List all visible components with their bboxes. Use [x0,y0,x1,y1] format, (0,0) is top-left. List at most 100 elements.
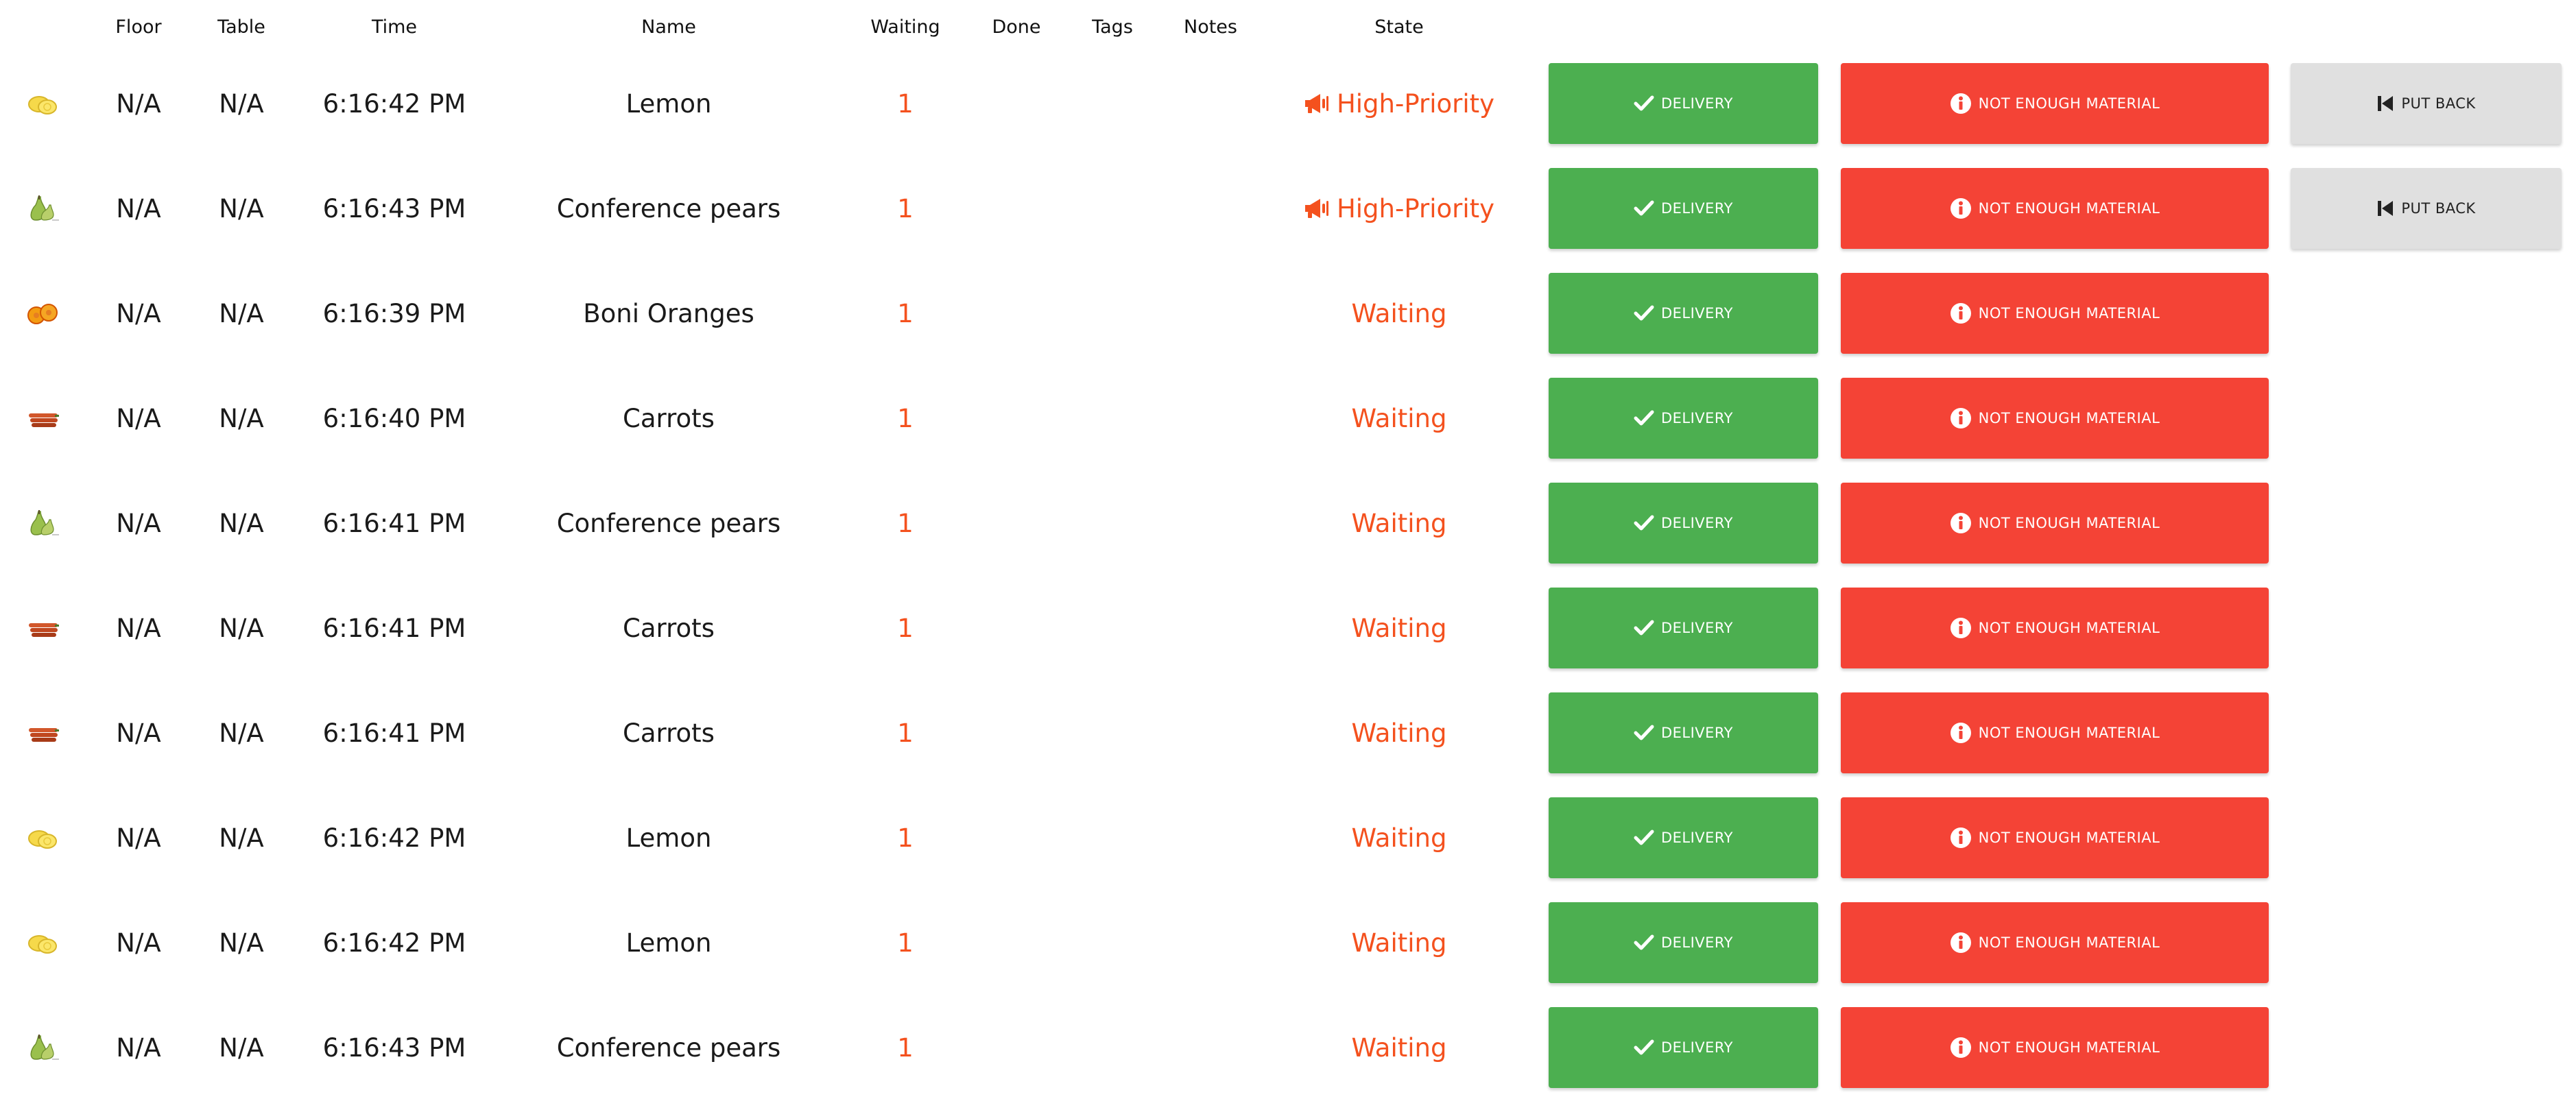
header-time: Time [371,16,418,38]
table-row: N/A N/A 6:16:43 PM Conference pears 1 High-Pr… [0,168,2576,273]
delivery-button[interactable]: DELIVERY [1549,483,1818,564]
table-cell: N/A [219,298,264,328]
waiting-count: 1 [897,508,914,538]
time-cell: 6:16:43 PM [322,193,466,223]
not-enough-material-button[interactable]: NOT ENOUGH MATERIAL [1841,483,2269,564]
delivery-label: DELIVERY [1660,515,1734,531]
state-cell: Waiting [1296,902,1502,983]
table-row: N/A N/A 6:16:42 PM Lemon 1 High-Priority DELIV… [0,63,2576,168]
state-cell: Waiting [1296,588,1502,668]
table-row: N/A N/A 6:16:39 PM Boni Oranges 1 Waiting DELI… [0,273,2576,378]
table-cell: N/A [219,613,264,643]
state-label: Waiting [1351,718,1447,748]
pear-icon [26,510,60,537]
table-cell: N/A [219,718,264,748]
floor-cell: N/A [116,613,161,643]
table-row: N/A N/A 6:16:40 PM Carrots 1 Waiting DELIVERY N… [0,378,2576,483]
header-done: Done [992,16,1041,38]
name-cell: Conference pears [556,508,781,538]
table-row: N/A N/A 6:16:41 PM Conference pears 1 Waiting… [0,483,2576,588]
megaphone-icon [1304,197,1337,220]
table-cell: N/A [219,508,264,538]
table-cell: N/A [219,193,264,223]
delivery-button[interactable]: DELIVERY [1549,273,1818,354]
delivery-label: DELIVERY [1660,620,1734,636]
table-cell: N/A [219,1032,264,1063]
not-enough-material-button[interactable]: NOT ENOUGH MATERIAL [1841,63,2269,144]
delivery-button[interactable]: DELIVERY [1549,692,1818,773]
name-cell: Carrots [623,403,715,433]
waiting-count: 1 [897,718,914,748]
name-cell: Lemon [625,88,712,119]
waiting-count: 1 [897,823,914,853]
check-icon [1634,1039,1661,1056]
header-notes: Notes [1184,16,1237,38]
not-enough-material-label: NOT ENOUGH MATERIAL [1978,515,2160,531]
state-cell: High-Priority [1296,168,1502,249]
delivery-label: DELIVERY [1660,725,1734,741]
not-enough-material-button[interactable]: NOT ENOUGH MATERIAL [1841,1007,2269,1088]
check-icon [1634,95,1661,112]
not-enough-material-button[interactable]: NOT ENOUGH MATERIAL [1841,378,2269,459]
put-back-button[interactable]: PUT BACK [2291,168,2562,249]
not-enough-material-label: NOT ENOUGH MATERIAL [1978,725,2160,741]
delivery-label: DELIVERY [1660,1039,1734,1056]
time-cell: 6:16:42 PM [322,928,466,958]
not-enough-material-button[interactable]: NOT ENOUGH MATERIAL [1841,588,2269,668]
state-cell: Waiting [1296,378,1502,459]
check-icon [1634,829,1661,847]
floor-cell: N/A [116,823,161,853]
state-cell: Waiting [1296,483,1502,564]
name-cell: Carrots [623,718,715,748]
waiting-count: 1 [897,298,914,328]
delivery-label: DELIVERY [1660,830,1734,846]
carrot-icon [26,615,60,642]
floor-cell: N/A [116,1032,161,1063]
not-enough-material-button[interactable]: NOT ENOUGH MATERIAL [1841,692,2269,773]
time-cell: 6:16:39 PM [322,298,466,328]
check-icon [1634,409,1661,427]
header-table: Table [217,16,265,38]
put-back-label: PUT BACK [2401,95,2476,112]
delivery-button[interactable]: DELIVERY [1549,902,1818,983]
floor-cell: N/A [116,193,161,223]
not-enough-material-button[interactable]: NOT ENOUGH MATERIAL [1841,168,2269,249]
check-icon [1634,514,1661,532]
not-enough-material-button[interactable]: NOT ENOUGH MATERIAL [1841,902,2269,983]
state-cell: Waiting [1296,273,1502,354]
check-icon [1634,934,1661,952]
table-header: Floor Table Time Name Waiting Done Tags … [0,0,2576,55]
delivery-button[interactable]: DELIVERY [1549,797,1818,878]
delivery-button[interactable]: DELIVERY [1549,588,1818,668]
info-icon [1950,512,1979,534]
state-cell: Waiting [1296,692,1502,773]
delivery-button[interactable]: DELIVERY [1549,63,1818,144]
time-cell: 6:16:42 PM [322,823,466,853]
delivery-button[interactable]: DELIVERY [1549,1007,1818,1088]
header-state: State [1374,16,1424,38]
not-enough-material-label: NOT ENOUGH MATERIAL [1978,1039,2160,1056]
step-back-icon [2376,199,2401,218]
waiting-count: 1 [897,88,914,119]
floor-cell: N/A [116,718,161,748]
info-icon [1950,827,1979,849]
table-row: N/A N/A 6:16:42 PM Lemon 1 Waiting DELIVERY NOT… [0,797,2576,902]
info-icon [1950,302,1979,324]
name-cell: Lemon [625,823,712,853]
state-label: Waiting [1351,508,1447,538]
put-back-button[interactable]: PUT BACK [2291,63,2562,144]
floor-cell: N/A [116,928,161,958]
waiting-count: 1 [897,928,914,958]
info-icon [1950,93,1979,114]
not-enough-material-button[interactable]: NOT ENOUGH MATERIAL [1841,273,2269,354]
not-enough-material-label: NOT ENOUGH MATERIAL [1978,830,2160,846]
table-cell: N/A [219,403,264,433]
delivery-button[interactable]: DELIVERY [1549,378,1818,459]
delivery-button[interactable]: DELIVERY [1549,168,1818,249]
state-label: Waiting [1351,298,1447,328]
not-enough-material-button[interactable]: NOT ENOUGH MATERIAL [1841,797,2269,878]
info-icon [1950,1037,1979,1059]
state-cell: High-Priority [1296,63,1502,144]
floor-cell: N/A [116,298,161,328]
table-row: N/A N/A 6:16:41 PM Carrots 1 Waiting DELIVERY N… [0,588,2576,692]
